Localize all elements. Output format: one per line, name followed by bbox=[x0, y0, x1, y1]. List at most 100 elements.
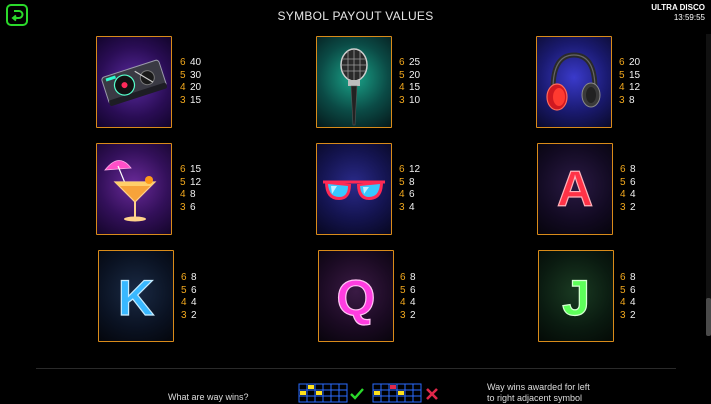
pay-count: 4 bbox=[399, 82, 405, 93]
pay-count: 3 bbox=[400, 309, 406, 321]
pay-value: 4 bbox=[630, 189, 636, 200]
red-cross-icon bbox=[426, 388, 438, 400]
pay-row: 58 bbox=[399, 177, 420, 190]
pay-count: 6 bbox=[399, 164, 405, 175]
pay-value: 6 bbox=[630, 284, 636, 296]
pay-row: 32 bbox=[181, 310, 197, 323]
pay-row: 4 12 bbox=[619, 82, 640, 95]
way-wins-explanation: Way wins awarded for left to right adjac… bbox=[487, 382, 607, 404]
pay-value: 15 bbox=[190, 94, 202, 106]
headphones-icon bbox=[546, 52, 601, 111]
page-title: SYMBOL PAYOUT VALUES bbox=[277, 9, 434, 23]
way-win-example-valid bbox=[298, 383, 348, 403]
pay-count: 3 bbox=[399, 94, 405, 106]
pay-row: 34 bbox=[399, 202, 420, 215]
pay-count: 4 bbox=[180, 82, 186, 93]
scrollbar-thumb[interactable] bbox=[706, 298, 711, 336]
pay-count: 6 bbox=[400, 272, 406, 283]
pay-value: 2 bbox=[630, 201, 636, 213]
pay-value: 30 bbox=[190, 69, 202, 81]
pay-row: 68 bbox=[181, 272, 197, 285]
pay-value: 8 bbox=[191, 272, 197, 283]
pay-row: 48 bbox=[180, 189, 201, 202]
pay-value: 40 bbox=[190, 57, 202, 68]
pay-count: 6 bbox=[399, 57, 405, 68]
pay-row: 44 bbox=[620, 297, 636, 310]
pay-value: 8 bbox=[630, 272, 636, 283]
pay-count: 3 bbox=[180, 201, 186, 213]
neon-letter-a: A bbox=[557, 161, 593, 217]
paytable-headphones: 6 20 5 15 4 12 38 bbox=[619, 57, 640, 107]
pay-count: 5 bbox=[619, 69, 625, 81]
pay-count: 6 bbox=[619, 57, 625, 68]
pay-count: 3 bbox=[620, 309, 626, 321]
pay-value: 20 bbox=[629, 57, 641, 68]
pay-value: 12 bbox=[409, 164, 421, 175]
paytable-letter-j: 68 56 44 32 bbox=[620, 272, 636, 322]
neon-letter-j: J bbox=[562, 270, 590, 326]
scrollbar-track[interactable] bbox=[706, 34, 711, 314]
pay-value: 8 bbox=[630, 164, 636, 175]
pay-row: 56 bbox=[620, 285, 636, 298]
paytable-turntable: 6 40 5 30 4 20 3 15 bbox=[180, 57, 201, 107]
pay-count: 6 bbox=[620, 272, 626, 283]
pay-count: 5 bbox=[399, 69, 405, 81]
neon-letter-q: Q bbox=[337, 270, 376, 326]
pay-count: 3 bbox=[619, 94, 625, 106]
cocktail-icon bbox=[104, 160, 157, 222]
pay-count: 4 bbox=[181, 297, 187, 308]
pay-row: 68 bbox=[400, 272, 416, 285]
game-name: ULTRA DISCO bbox=[651, 3, 705, 12]
paytable-cocktail: 6 15 5 12 48 36 bbox=[180, 164, 201, 214]
neon-letter-k: K bbox=[118, 270, 154, 326]
pay-row: 32 bbox=[620, 202, 636, 215]
pay-row: 36 bbox=[180, 202, 201, 215]
pay-value: 8 bbox=[190, 189, 196, 200]
pay-count: 5 bbox=[620, 176, 626, 188]
pay-row: 5 12 bbox=[180, 177, 201, 190]
pay-count: 5 bbox=[399, 176, 405, 188]
pay-row: 4 15 bbox=[399, 82, 420, 95]
pay-value: 15 bbox=[629, 69, 641, 81]
pay-value: 4 bbox=[409, 201, 415, 213]
clock: 13:59:55 bbox=[673, 13, 705, 22]
paytable-microphone: 6 25 5 20 4 15 3 10 bbox=[399, 57, 420, 107]
pay-value: 8 bbox=[629, 94, 635, 106]
pay-value: 4 bbox=[191, 297, 197, 308]
pay-count: 4 bbox=[619, 82, 625, 93]
pay-row: 3 10 bbox=[399, 95, 420, 108]
pay-row: 6 25 bbox=[399, 57, 420, 70]
pay-value: 10 bbox=[409, 94, 421, 106]
pay-count: 6 bbox=[180, 164, 186, 175]
pay-value: 2 bbox=[630, 309, 636, 321]
pay-count: 6 bbox=[620, 164, 626, 175]
pay-count: 4 bbox=[399, 189, 405, 200]
symbol-card-turntable bbox=[96, 36, 172, 128]
pay-row: 56 bbox=[181, 285, 197, 298]
pay-value: 20 bbox=[190, 82, 202, 93]
pay-row: 68 bbox=[620, 272, 636, 285]
pay-value: 4 bbox=[410, 297, 416, 308]
turntable-icon bbox=[101, 59, 167, 106]
paytable-sunglasses: 6 12 58 46 34 bbox=[399, 164, 420, 214]
symbol-card-letter-a: A bbox=[537, 143, 613, 235]
pay-value: 4 bbox=[630, 297, 636, 308]
pay-count: 6 bbox=[180, 57, 186, 68]
way-wins-question: What are way wins? bbox=[168, 392, 249, 402]
game-info: ULTRA DISCO 13:59:55 bbox=[651, 3, 705, 23]
pay-count: 5 bbox=[180, 176, 186, 188]
way-win-example-invalid bbox=[372, 383, 422, 403]
pay-count: 5 bbox=[181, 284, 187, 296]
symbol-card-microphone bbox=[316, 36, 392, 128]
paytable-letter-q: 68 56 44 32 bbox=[400, 272, 416, 322]
neon-letter-q-icon: Q bbox=[336, 269, 376, 326]
pay-value: 6 bbox=[191, 284, 197, 296]
pay-count: 4 bbox=[620, 189, 626, 200]
pay-row: 5 15 bbox=[619, 70, 640, 83]
pay-count: 4 bbox=[620, 297, 626, 308]
pay-row: 68 bbox=[620, 164, 636, 177]
pay-value: 6 bbox=[409, 189, 415, 200]
symbol-card-cocktail bbox=[96, 143, 172, 235]
pay-count: 6 bbox=[181, 272, 187, 283]
green-check-icon bbox=[350, 388, 364, 400]
